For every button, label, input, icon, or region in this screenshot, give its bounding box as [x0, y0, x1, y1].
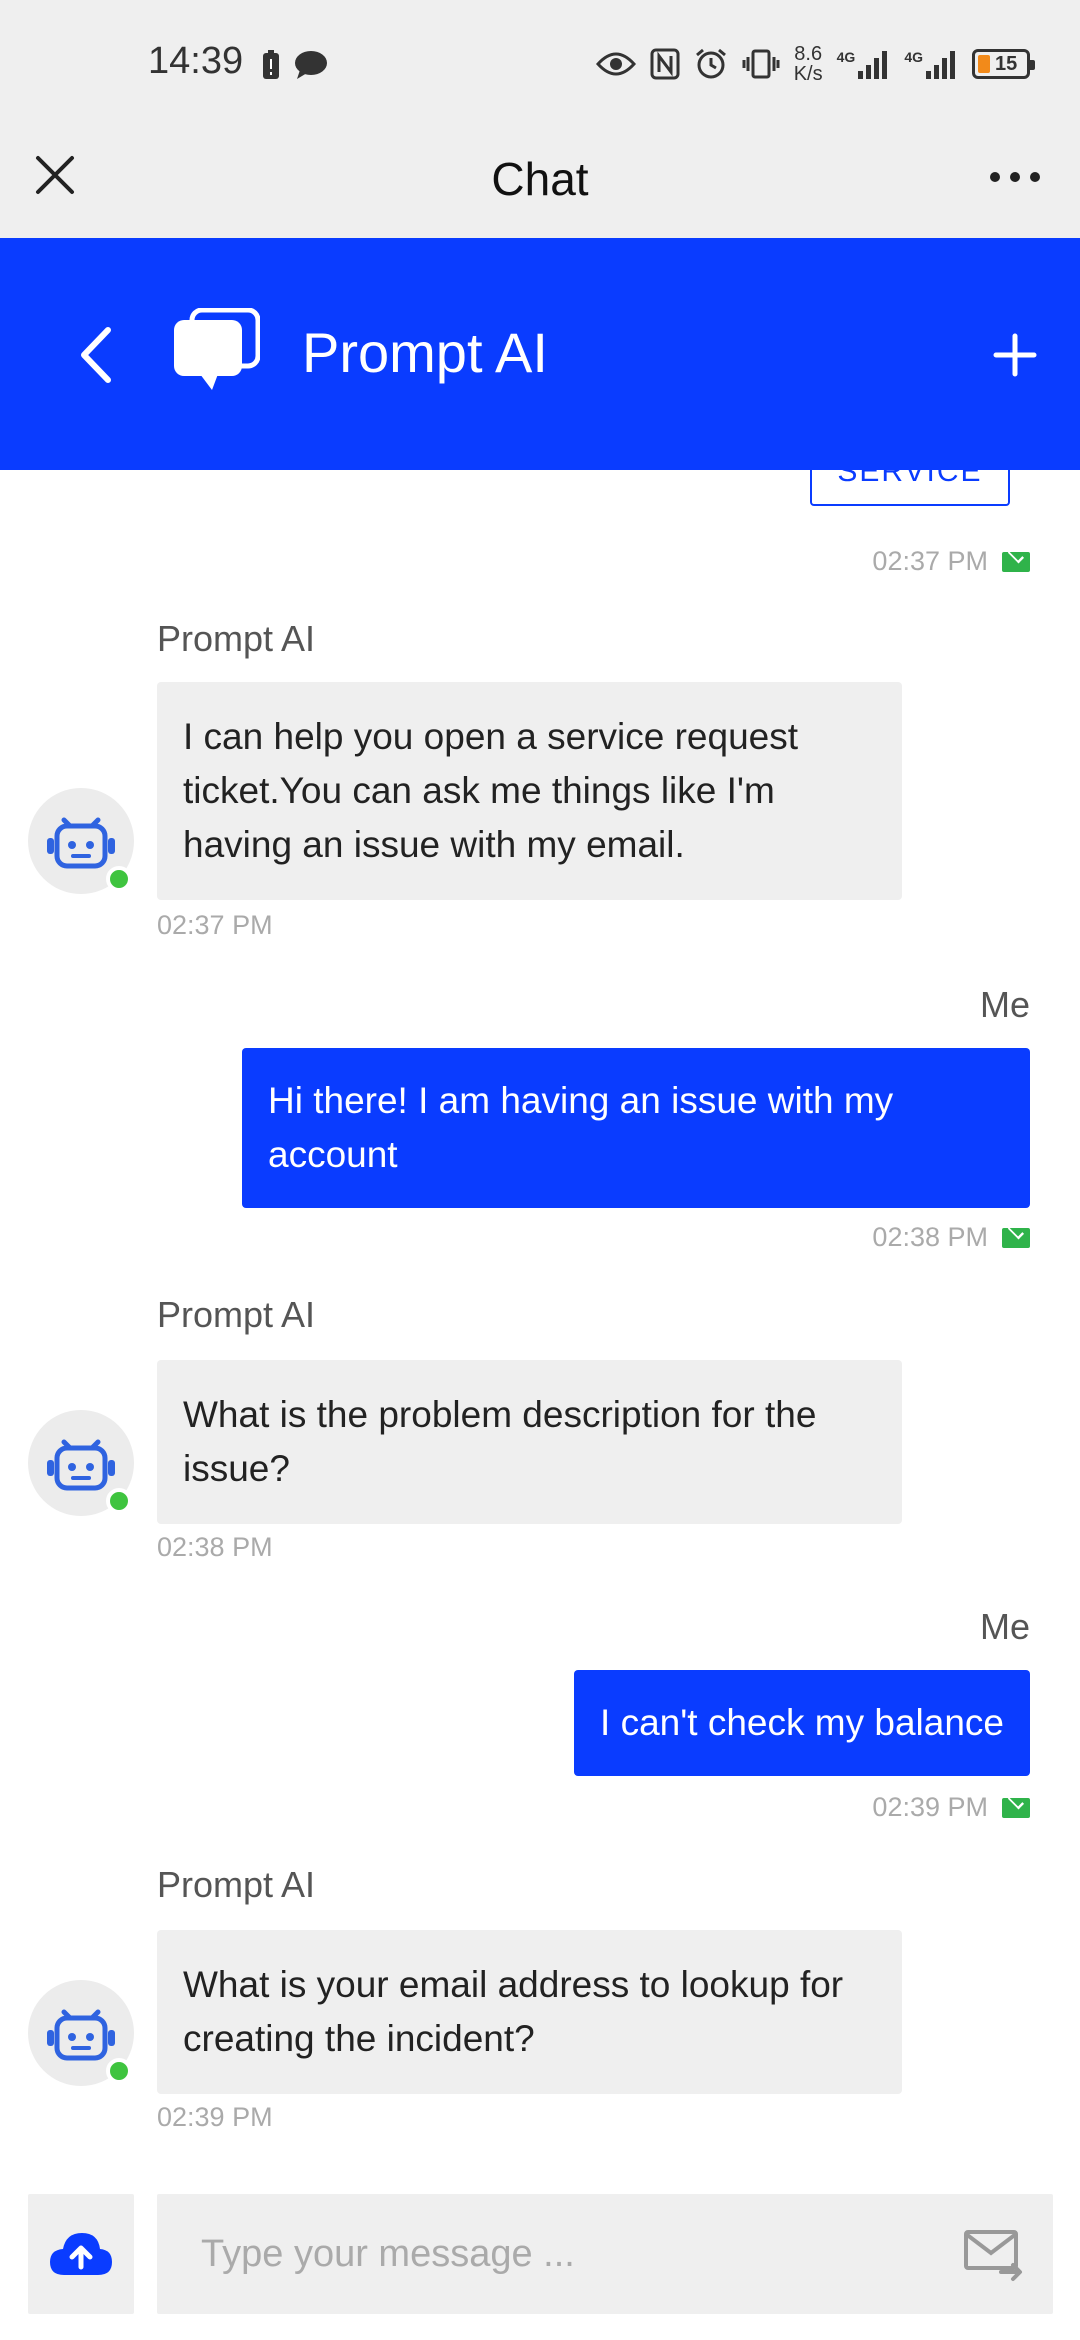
battery-alert-icon [263, 50, 279, 79]
page-title: Chat [491, 153, 589, 205]
timestamp-text: 02:38 PM [872, 1222, 988, 1252]
signal-strength-2: 4G [904, 49, 958, 79]
robot-icon [47, 1439, 115, 1491]
sender-name: Prompt AI [157, 1864, 316, 1905]
back-arrow-icon[interactable] [72, 320, 122, 390]
network-speed-unit: K/s [793, 63, 823, 85]
online-status-dot [106, 1488, 132, 1514]
send-mail-icon[interactable] [963, 2226, 1023, 2282]
message-bubble-icon [295, 51, 327, 79]
eye-icon [595, 52, 636, 76]
service-button[interactable]: SERVICE [810, 470, 1010, 506]
app-header: Chat [0, 130, 1080, 238]
message-timestamp: 02:39 PM [872, 1792, 1030, 1823]
chat-title-bar: Prompt AI [0, 238, 1080, 470]
status-notification-icons [262, 50, 328, 80]
dot [1030, 172, 1040, 182]
dot [1010, 172, 1020, 182]
robot-icon [47, 817, 115, 869]
network-speed: 8.6 K/s [794, 44, 823, 84]
bot-message-bubble: What is your email address to lookup for… [157, 1930, 902, 2094]
bot-avatar [28, 1980, 134, 2086]
signal-type-label: 4G [836, 49, 856, 65]
bot-avatar [28, 788, 134, 894]
user-message-bubble: I can't check my balance [574, 1670, 1030, 1776]
signal-bars-icon [858, 51, 888, 79]
signal-strength-1: 4G [837, 49, 891, 79]
conversation-list[interactable]: SERVICE 02:37 PM Prompt AI I can help yo… [0, 470, 1080, 2180]
bot-message-bubble: What is the problem description for the … [157, 1360, 902, 1524]
sender-name: Prompt AI [157, 618, 316, 659]
status-bar: 14:39 8.6 K/s 4G 4G 15 [0, 0, 1080, 130]
online-status-dot [106, 866, 132, 892]
more-options-button[interactable] [980, 152, 1050, 202]
network-speed-value: 8.6 [794, 43, 823, 65]
add-icon[interactable] [990, 330, 1040, 380]
delivered-mail-icon [1002, 1797, 1030, 1818]
online-status-dot [106, 2058, 132, 2084]
message-timestamp: 02:39 PM [157, 2102, 273, 2132]
robot-icon [47, 2009, 115, 2061]
user-message-bubble: Hi there! I am having an issue with my a… [242, 1048, 1030, 1208]
status-time: 14:39 [148, 40, 244, 82]
message-input[interactable] [201, 2194, 941, 2314]
message-timestamp: 02:37 PM [157, 910, 273, 940]
message-timestamp: 02:37 PM [872, 546, 1030, 577]
upload-button[interactable] [28, 2194, 134, 2314]
alarm-icon [695, 48, 726, 79]
sender-name: Me [979, 984, 1030, 1025]
chat-bot-name: Prompt AI [302, 321, 548, 384]
timestamp-text: 02:39 PM [872, 1792, 988, 1822]
battery-percent: 15 [995, 52, 1018, 75]
message-composer [0, 2180, 1080, 2340]
signal-bars-icon [926, 51, 955, 79]
delivered-mail-icon [1002, 551, 1030, 572]
delivered-mail-icon [1002, 1227, 1030, 1248]
dot [990, 172, 1000, 182]
sender-name: Prompt AI [157, 1294, 316, 1335]
nfc-icon [650, 48, 680, 80]
sender-name: Me [979, 1606, 1030, 1647]
status-right-icons: 8.6 K/s 4G 4G 15 [595, 44, 1035, 84]
signal-type-label: 4G [904, 49, 923, 65]
bot-avatar [28, 1410, 134, 1516]
battery-indicator: 15 [972, 49, 1035, 79]
message-input-container [157, 2194, 1053, 2314]
message-timestamp: 02:38 PM [157, 1532, 273, 1562]
battery-level-fill [978, 55, 990, 73]
chat-bubbles-logo-icon [174, 308, 260, 390]
bot-message-bubble: I can help you open a service request ti… [157, 682, 902, 900]
timestamp-text: 02:37 PM [872, 546, 988, 576]
cloud-upload-icon [50, 2233, 112, 2275]
message-timestamp: 02:38 PM [872, 1222, 1030, 1253]
vibrate-icon [742, 49, 780, 79]
